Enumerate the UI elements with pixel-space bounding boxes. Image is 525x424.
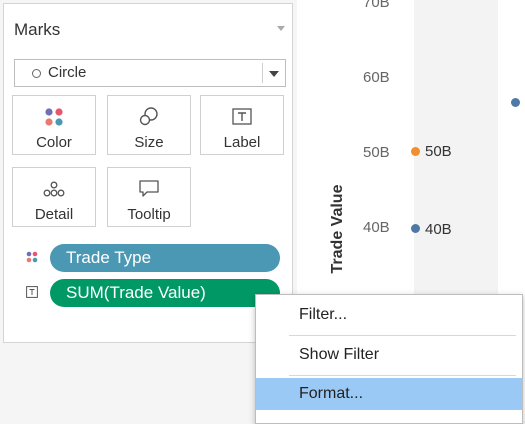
data-point-40b[interactable]	[411, 224, 420, 233]
mark-type-label: Circle	[48, 64, 87, 81]
context-menu: Filter... Show Filter Format...	[255, 294, 523, 424]
detail-tile-label: Detail	[34, 206, 74, 223]
y-tick-50b: 50B	[363, 144, 390, 161]
color-tile[interactable]: Color	[12, 95, 96, 155]
menu-item-filter[interactable]: Filter...	[256, 299, 522, 331]
data-point-partial[interactable]	[511, 98, 520, 107]
color-dots-icon	[26, 251, 38, 263]
chevron-down-icon[interactable]	[269, 71, 279, 77]
y-tick-40b: 40B	[363, 219, 390, 236]
sum-trade-value-pill[interactable]: SUM(Trade Value)	[50, 279, 280, 307]
color-tile-label: Color	[36, 134, 72, 151]
data-point-50b[interactable]	[411, 147, 420, 156]
tooltip-icon	[139, 180, 159, 197]
menu-item-format[interactable]: Format...	[256, 378, 522, 410]
label-icon	[232, 108, 252, 125]
size-tile-label: Size	[134, 134, 164, 151]
marks-title: Marks	[14, 20, 61, 39]
data-label-50b: 50B	[425, 143, 452, 160]
data-label-40b: 40B	[425, 221, 452, 238]
y-tick-60b: 60B	[363, 69, 390, 86]
dropdown-divider	[262, 63, 263, 83]
circle-mark-icon	[32, 69, 41, 78]
tooltip-tile-label: Tooltip	[127, 206, 171, 223]
y-axis-title: Trade Value	[329, 184, 346, 274]
tooltip-tile[interactable]: Tooltip	[107, 167, 191, 227]
color-dots-icon	[45, 108, 63, 126]
size-icon	[139, 107, 158, 126]
marks-card-menu-caret-icon[interactable]	[277, 26, 285, 31]
label-icon	[26, 286, 38, 298]
size-tile[interactable]: Size	[107, 95, 191, 155]
y-tick-70b: 70B	[363, 0, 390, 11]
trade-type-pill[interactable]: Trade Type	[50, 244, 280, 272]
menu-separator	[289, 335, 516, 336]
menu-item-show-filter[interactable]: Show Filter	[256, 339, 522, 371]
detail-tile[interactable]: Detail	[12, 167, 96, 227]
marks-card: Marks Circle Color Size Label Detail Too…	[3, 3, 293, 343]
menu-separator	[289, 375, 516, 376]
label-tile[interactable]: Label	[200, 95, 284, 155]
detail-icon	[43, 181, 65, 197]
mark-type-dropdown[interactable]: Circle	[14, 59, 286, 87]
label-tile-label: Label	[223, 134, 261, 151]
